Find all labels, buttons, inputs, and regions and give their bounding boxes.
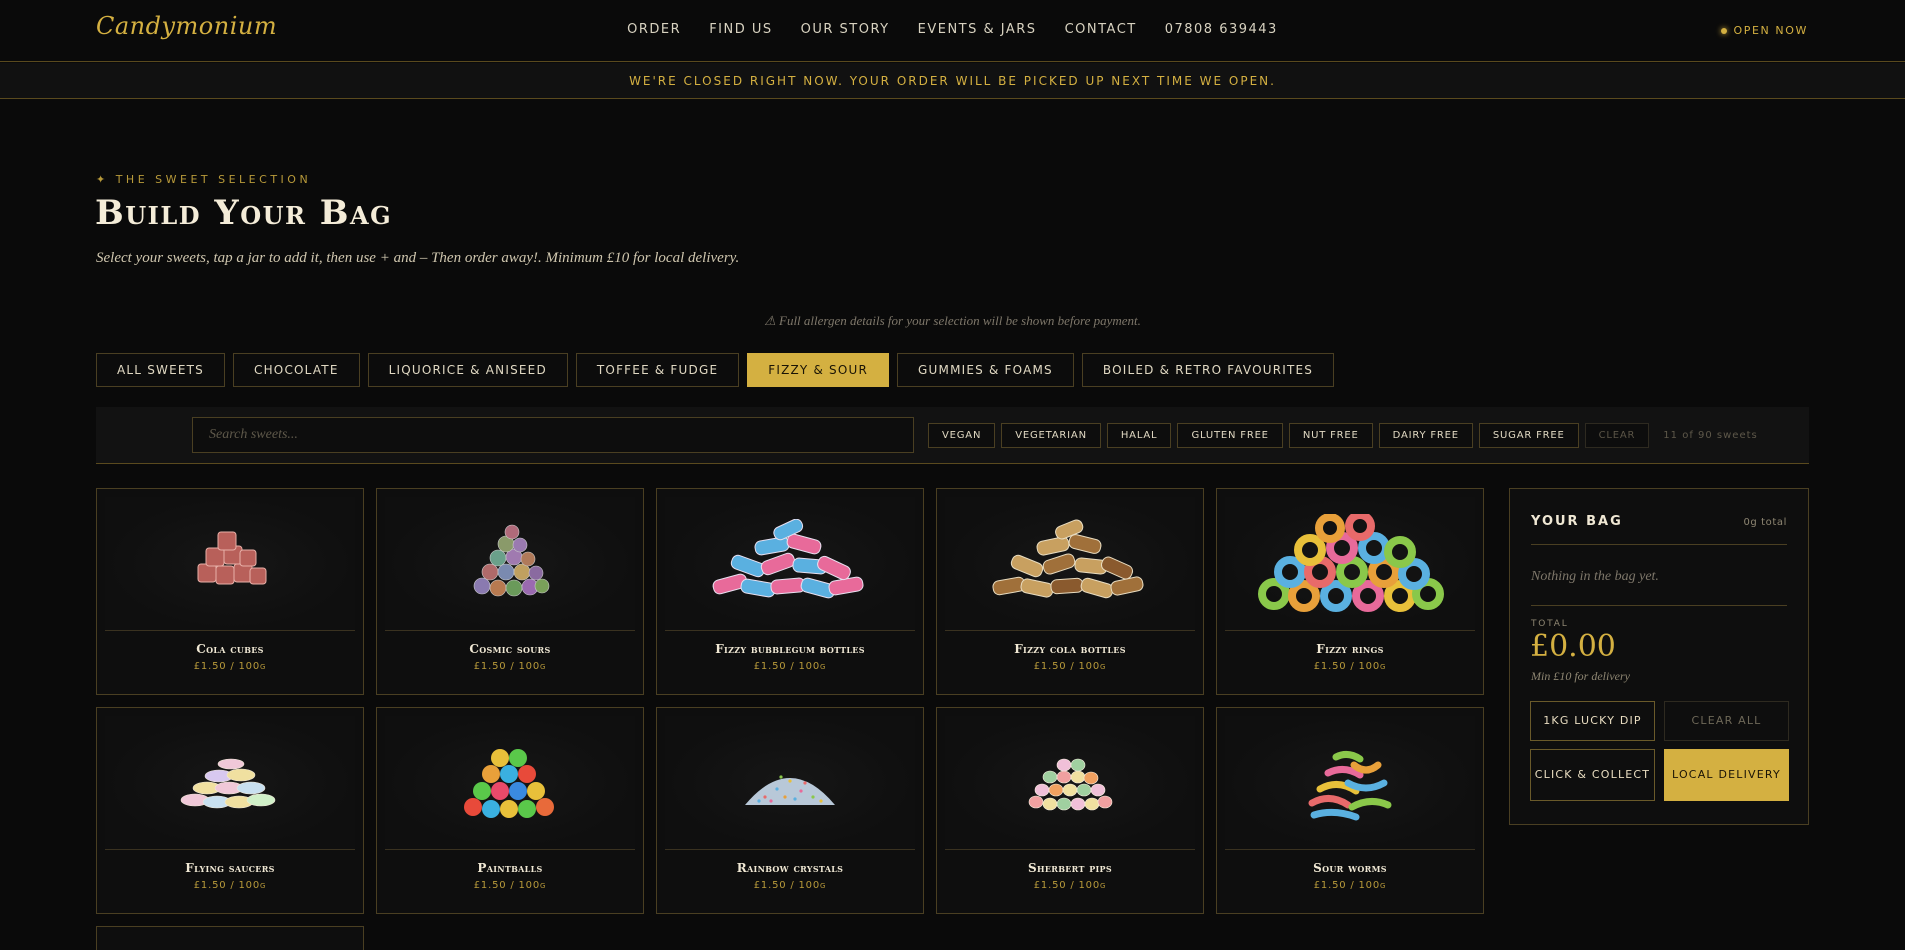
product-name: Fizzy bubblegum bottles [715, 642, 865, 656]
bag-title: YOUR BAG [1531, 514, 1623, 529]
paintballs-icon [385, 716, 635, 850]
product-price: £1.50 / 100g [193, 880, 267, 891]
product-grid: Cola cubes £1.50 / 100g Cosmic sours £1.… [96, 488, 1486, 914]
product-name: Rainbow crystals [736, 861, 844, 875]
total-label: TOTAL [1531, 619, 1569, 629]
lucky-dip-button[interactable]: 1KG LUCKY DIP [1530, 701, 1655, 741]
product-card[interactable]: Fizzy cola bottles £1.50 / 100g [936, 488, 1204, 695]
filter-clear-button[interactable]: CLEAR [1584, 423, 1650, 448]
product-name: Fizzy cola bottles [1014, 642, 1126, 656]
rainbow-crystals-icon [665, 716, 915, 850]
product-price: £1.50 / 100g [753, 661, 827, 672]
diet-filter-chips: VEGAN VEGETARIAN HALAL GLUTEN FREE NUT F… [928, 423, 1758, 448]
cola-bottles-icon [945, 497, 1195, 631]
product-card[interactable]: Fizzy bubblegum bottles £1.50 / 100g [656, 488, 924, 695]
tab-toffee-fudge[interactable]: TOFFEE & FUDGE [575, 353, 740, 387]
filter-nut-free[interactable]: NUT FREE [1288, 423, 1373, 448]
allergen-note: ⚠ Full allergen details for your selecti… [764, 313, 1141, 328]
click-collect-button[interactable]: CLICK & COLLECT [1530, 749, 1655, 801]
bubblegum-bottles-icon [665, 497, 915, 631]
tab-boiled-retro[interactable]: BOILED & RETRO FAVOURITES [1081, 353, 1335, 387]
product-card[interactable]: Sour worms £1.50 / 100g [1216, 707, 1484, 914]
product-card-partial[interactable] [96, 926, 364, 950]
open-status-label: OPEN NOW [1733, 24, 1808, 37]
product-name: Cosmic sours [469, 642, 551, 656]
tab-fizzy-sour[interactable]: FIZZY & SOUR [747, 353, 890, 387]
product-name: Sour worms [1313, 861, 1387, 875]
product-card[interactable]: Fizzy rings £1.50 / 100g [1216, 488, 1484, 695]
nav-our-story[interactable]: OUR STORY [801, 22, 890, 37]
product-card[interactable]: Rainbow crystals £1.50 / 100g [656, 707, 924, 914]
bag-empty-message: Nothing in the bag yet. [1531, 569, 1659, 584]
divider [1531, 605, 1787, 606]
delivery-minimum-note: Min £10 for delivery [1531, 669, 1630, 683]
product-card[interactable]: Sherbert pips £1.50 / 100g [936, 707, 1204, 914]
nav-phone[interactable]: 07808 639443 [1165, 22, 1278, 37]
nav-order[interactable]: ORDER [627, 22, 681, 37]
status-dot-icon [1721, 27, 1728, 34]
category-tabs: ALL SWEETS CHOCOLATE LIQUORICE & ANISEED… [96, 353, 1335, 387]
clear-all-button[interactable]: CLEAR ALL [1664, 701, 1789, 741]
sherbert-pips-icon [945, 716, 1195, 850]
nav-events-jars[interactable]: EVENTS & JARS [918, 22, 1037, 37]
sour-worms-icon [1225, 716, 1475, 850]
filter-sugar-free[interactable]: SUGAR FREE [1478, 423, 1579, 448]
product-price: £1.50 / 100g [473, 880, 547, 891]
total-value: £0.00 [1530, 629, 1616, 664]
main-nav: ORDER FIND US OUR STORY EVENTS & JARS CO… [0, 22, 1905, 37]
cola-cubes-icon [105, 497, 355, 631]
fizzy-rings-icon [1225, 497, 1475, 631]
product-price: £1.50 / 100g [1033, 880, 1107, 891]
cosmic-sours-icon [385, 497, 635, 631]
nav-find-us[interactable]: FIND US [709, 22, 772, 37]
product-card[interactable]: Cosmic sours £1.50 / 100g [376, 488, 644, 695]
product-card[interactable]: Cola cubes £1.50 / 100g [96, 488, 364, 695]
product-price: £1.50 / 100g [753, 880, 827, 891]
filter-gluten-free[interactable]: GLUTEN FREE [1177, 423, 1283, 448]
local-delivery-button[interactable]: LOCAL DELIVERY [1664, 749, 1789, 801]
result-count: 11 of 90 sweets [1663, 430, 1758, 441]
product-name: Flying saucers [185, 861, 275, 875]
product-name: Paintballs [477, 861, 543, 875]
flying-saucers-icon [105, 716, 355, 850]
product-name: Sherbert pips [1028, 861, 1112, 875]
filter-bar: VEGAN VEGETARIAN HALAL GLUTEN FREE NUT F… [96, 407, 1809, 464]
product-price: £1.50 / 100g [1313, 661, 1387, 672]
tab-chocolate[interactable]: CHOCOLATE [233, 353, 360, 387]
divider [1531, 544, 1787, 545]
product-card[interactable]: Paintballs £1.50 / 100g [376, 707, 644, 914]
filter-halal[interactable]: HALAL [1106, 423, 1172, 448]
page-subtitle: Select your sweets, tap a jar to add it,… [96, 250, 740, 266]
top-nav-bar: Candymonium ORDER FIND US OUR STORY EVEN… [0, 0, 1905, 62]
search-input[interactable] [192, 417, 914, 453]
bag-weight: 0g total [1743, 517, 1787, 528]
product-name: Cola cubes [196, 642, 264, 656]
open-status: OPEN NOW [1721, 24, 1808, 37]
product-price: £1.50 / 100g [193, 661, 267, 672]
tab-gummies-foams[interactable]: GUMMIES & FOAMS [897, 353, 1074, 387]
product-name: Fizzy rings [1316, 642, 1384, 656]
closed-notice-banner: WE'RE CLOSED RIGHT NOW. YOUR ORDER WILL … [0, 63, 1905, 99]
filter-vegan[interactable]: VEGAN [928, 423, 996, 448]
tab-all-sweets[interactable]: ALL SWEETS [96, 353, 225, 387]
nav-contact[interactable]: CONTACT [1065, 22, 1137, 37]
filter-dairy-free[interactable]: DAIRY FREE [1378, 423, 1473, 448]
tab-liquorice-aniseed[interactable]: LIQUORICE & ANISEED [367, 353, 568, 387]
section-eyebrow: ✦ THE SWEET SELECTION [96, 173, 312, 186]
product-price: £1.50 / 100g [473, 661, 547, 672]
product-price: £1.50 / 100g [1313, 880, 1387, 891]
bag-panel: YOUR BAG 0g total Nothing in the bag yet… [1509, 488, 1809, 825]
closed-notice-text: WE'RE CLOSED RIGHT NOW. YOUR ORDER WILL … [629, 73, 1276, 88]
filter-vegetarian[interactable]: VEGETARIAN [1001, 423, 1101, 448]
product-card[interactable]: Flying saucers £1.50 / 100g [96, 707, 364, 914]
product-price: £1.50 / 100g [1033, 661, 1107, 672]
page-title: Build Your Bag [95, 193, 393, 233]
